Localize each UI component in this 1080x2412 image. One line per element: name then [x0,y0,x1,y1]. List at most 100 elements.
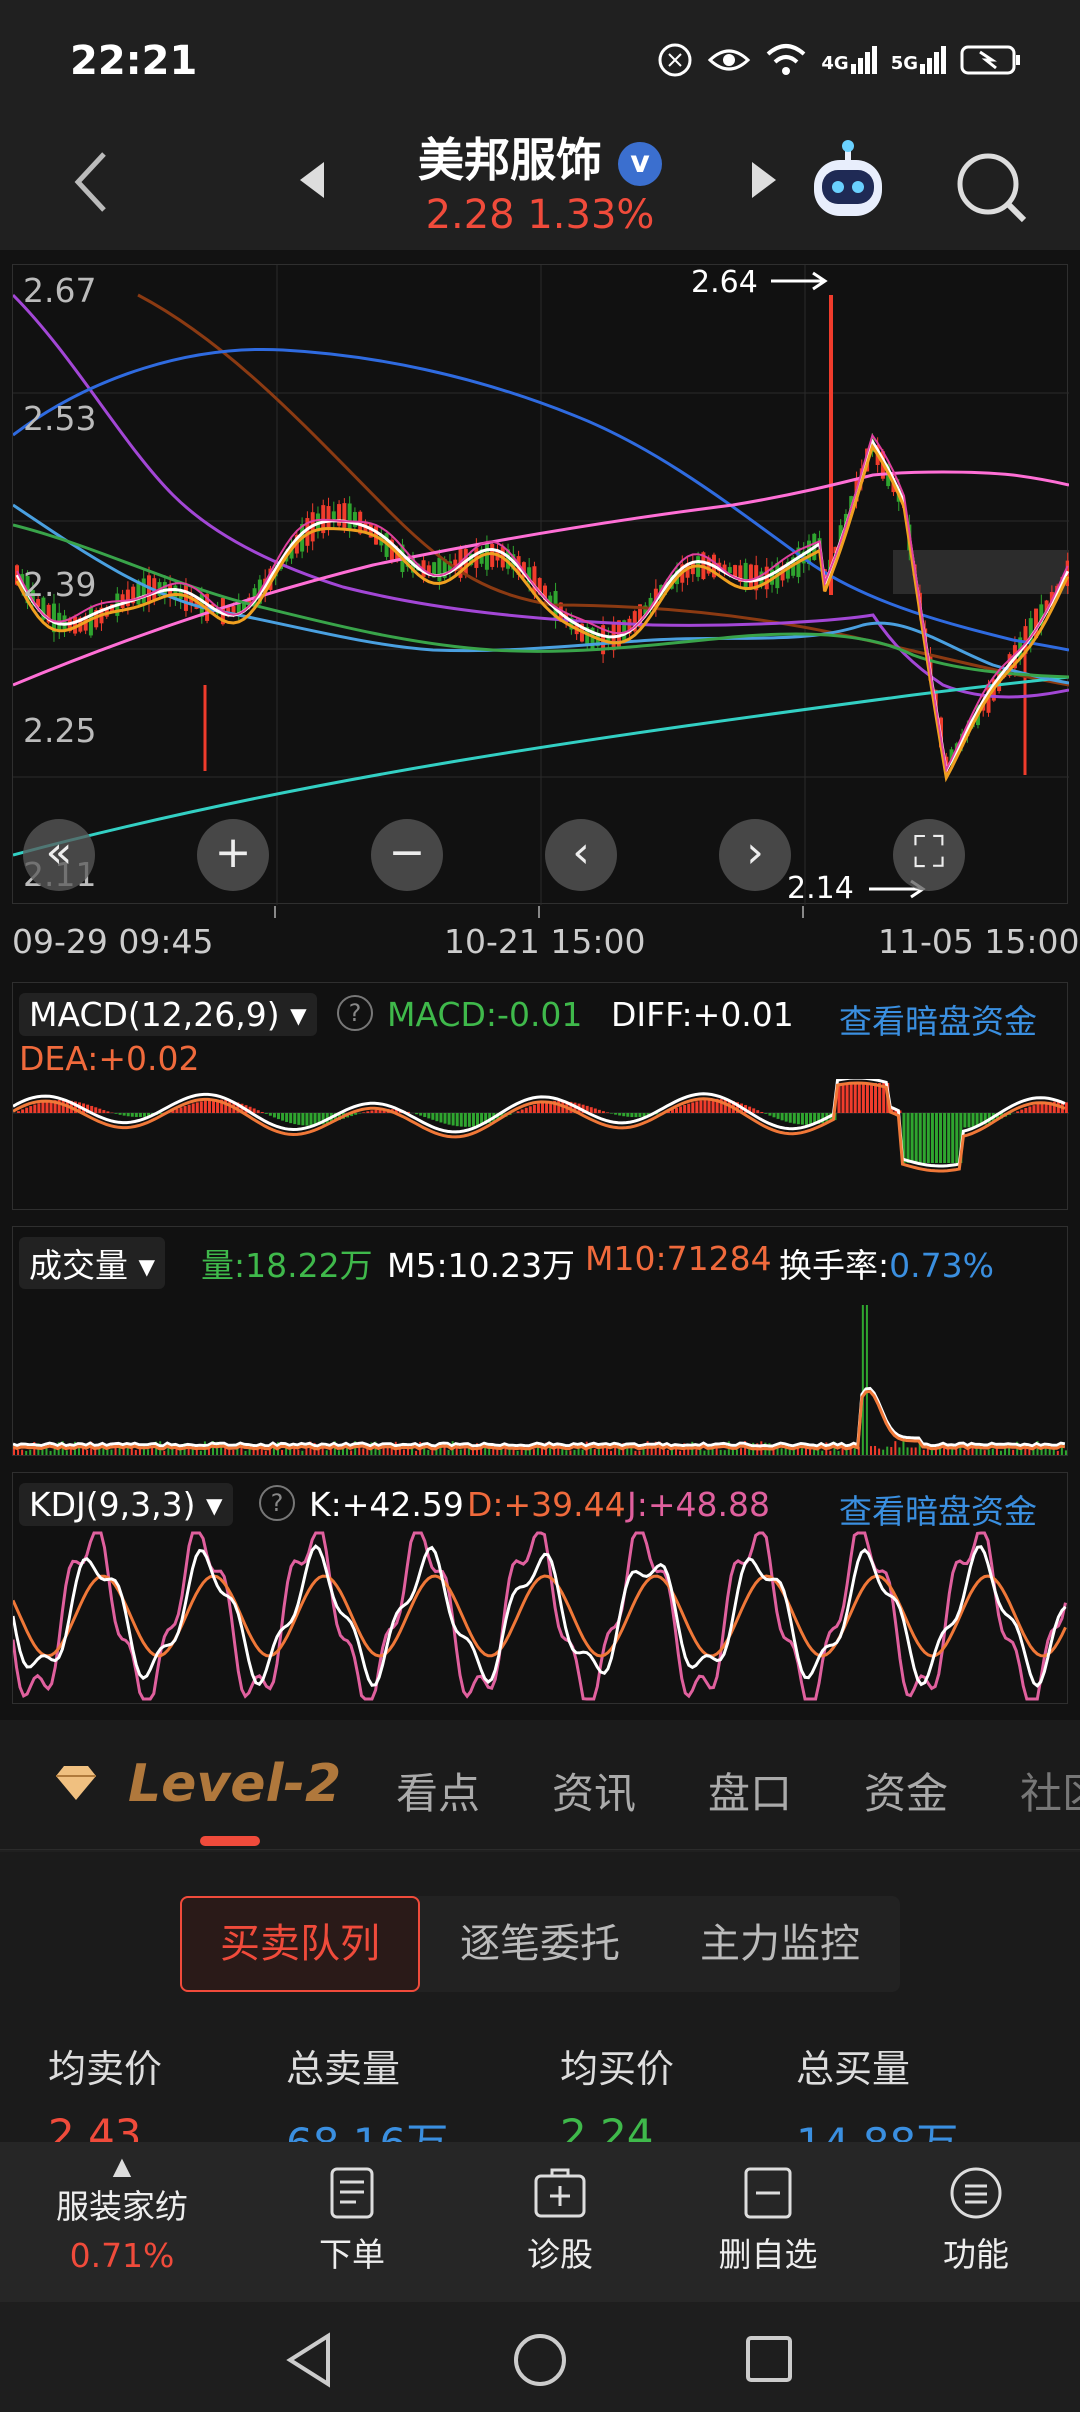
candle-body [748,564,753,589]
kdj-panel[interactable]: KDJ(9,3,3) ▾ ? K:+42.59 D:+39.44 J:+48.8… [12,1472,1068,1704]
macd-bar [195,1102,199,1113]
nav-home-icon[interactable] [512,2332,568,2388]
search-icon[interactable] [954,150,1030,226]
macd-bar [427,1113,431,1119]
macd-bar [788,1113,792,1123]
macd-panel[interactable]: MACD(12,26,9) ▾ ? MACD:-0.01 DIFF:+0.01 … [12,982,1069,1210]
level2-content: 买卖队列 逐笔委托 主力监控 均卖价 总卖量 均买价 总买量 2.43 68.1… [0,1852,1080,2142]
kdj-j-line [13,1531,1067,1701]
macd-bar [914,1113,918,1163]
macd-selector[interactable]: MACD(12,26,9) ▾ [19,993,317,1036]
volume-bar [638,1450,641,1455]
macd-bar [374,1109,378,1113]
tab-highlights[interactable]: 看点 [396,1760,480,1821]
scroll-right-button[interactable]: › [719,819,791,891]
macd-bar [122,1113,126,1116]
turnover-rate: 换手率:0.73% [779,1239,994,1287]
scroll-left-button[interactable]: ‹ [545,819,617,891]
col-avg-bid: 均买价 [560,2047,675,2091]
volume-bar [496,1449,499,1455]
tab-community[interactable]: 社区 [1020,1760,1080,1821]
volume-bar [390,1448,393,1455]
sector-button[interactable]: ▲ 服装家纺 0.71% [32,2152,212,2275]
candle-body [342,503,347,528]
volume-selector[interactable]: 成交量 ▾ [19,1237,166,1289]
macd-bar [272,1113,276,1118]
macd-bar [780,1113,784,1121]
macd-bar [476,1113,480,1126]
status-bar: 22:21 4G 5G [0,0,1080,120]
macd-bar [841,1083,845,1113]
menu-icon [950,2167,1002,2219]
macd-bar [532,1104,536,1113]
x-tick-3: 11-05 15:00 [878,922,1080,961]
volume-bar [248,1448,251,1455]
chevron-down-icon: ▾ [206,1485,223,1524]
function-button[interactable]: 功能 [886,2166,1066,2276]
kdj-selector[interactable]: KDJ(9,3,3) ▾ [19,1483,233,1526]
place-order-button[interactable]: 下单 [262,2166,442,2276]
segment-order-queue[interactable]: 买卖队列 [180,1896,420,1992]
remove-watchlist-label: 删自选 [718,2235,818,2274]
volume-m5: M5:10.23万 [387,1246,576,1285]
macd-bar [451,1113,455,1126]
macd-dark-pool-link[interactable]: 查看暗盘资金 [839,995,1037,1043]
volume-bar [853,1448,856,1455]
next-stock-icon[interactable] [750,160,780,200]
nav-back-icon[interactable] [284,2332,334,2388]
macd-bar [760,1111,764,1113]
kdj-dark-pool-link[interactable]: 查看暗盘资金 [839,1485,1037,1533]
tab-orderbook[interactable]: 盘口 [708,1760,792,1821]
volume-panel[interactable]: 成交量 ▾ 量:18.22万 M5:10.23万 M10:71284 换手率:0… [12,1226,1068,1456]
info-tabs: Level-2 看点 资讯 盘口 资金 社区 [0,1720,1080,1850]
macd-bar [764,1113,768,1114]
help-icon[interactable]: ? [337,995,373,1031]
help-icon[interactable]: ? [259,1485,295,1521]
macd-bar [918,1113,922,1163]
nav-recents-icon[interactable] [744,2334,794,2384]
col-total-ask: 总卖量 [286,2047,401,2091]
remove-watchlist-button[interactable]: 删自选 [678,2166,858,2276]
volume-bar [780,1448,783,1455]
kdj-k-line [13,1544,1067,1688]
robot-assistant-icon[interactable] [806,140,890,224]
volume-bar [890,1447,893,1455]
macd-bar [679,1106,683,1113]
kline-panel[interactable]: 2.67 2.53 2.39 2.25 2.11 2.64 2.14 « + −… [12,264,1069,906]
diagnose-button[interactable]: 诊股 [470,2166,650,2276]
macd-bar [179,1107,183,1113]
x-tick-1: 09-29 09:45 [12,922,214,961]
volume-bar [878,1448,881,1455]
candle-body [490,543,495,567]
total-ask-value: 68.16万 [286,2110,448,2142]
tab-news[interactable]: 资讯 [552,1760,636,1821]
macd-bar [419,1113,423,1116]
macd-bar [142,1113,146,1117]
macd-bar [183,1106,187,1113]
zoom-in-button[interactable]: + [197,819,269,891]
macd-bar [362,1112,366,1113]
zoom-out-button[interactable]: − [371,819,443,891]
segment-main-monitor[interactable]: 主力监控 [660,1896,900,1992]
macd-bar [752,1108,756,1113]
volume-m10-line [13,1389,1066,1451]
fullscreen-button[interactable]: ⛶ [893,819,965,891]
macd-bar [447,1113,451,1125]
segment-tick-orders[interactable]: 逐笔委托 [420,1896,660,1992]
macd-selector-label: MACD(12,26,9) [29,995,280,1034]
kdj-selector-label: KDJ(9,3,3) [29,1485,196,1524]
macd-bar [1036,1104,1040,1113]
volume-bar [1056,1450,1059,1455]
macd-bar [45,1101,49,1113]
macd-bar [675,1107,679,1113]
tab-level2[interactable]: Level-2 [128,1754,341,1814]
macd-bar [910,1113,914,1163]
volume-bar [821,1450,824,1455]
tab-funds[interactable]: 资金 [864,1760,948,1821]
rewind-button[interactable]: « [23,819,95,891]
order-icon [330,2167,374,2219]
macd-bar [207,1100,211,1113]
net-type-1: 4G [821,53,849,74]
sector-name: 服装家纺 [56,2187,188,2226]
macd-bar [861,1083,865,1113]
